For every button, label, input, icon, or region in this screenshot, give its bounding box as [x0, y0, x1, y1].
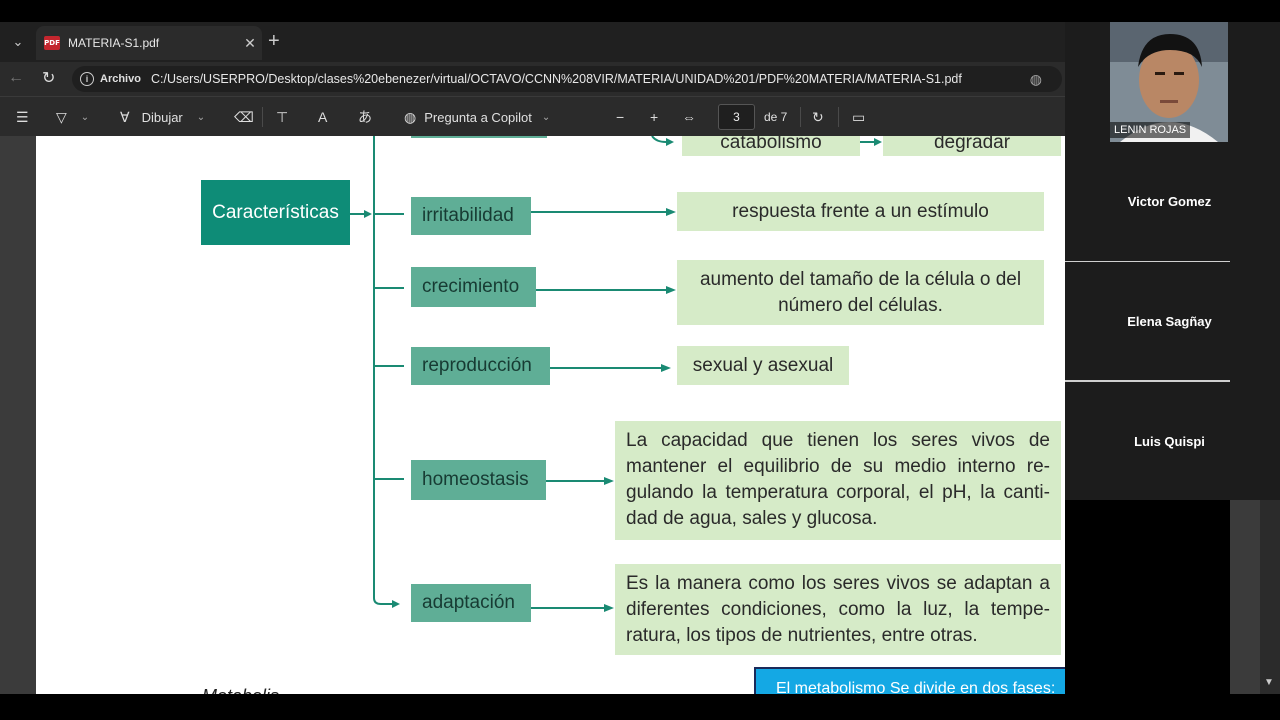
tab-bar: ⌄ PDF MATERIA-S1.pdf ✕ + [0, 22, 1065, 62]
node-irritabilidad: irritabilidad [411, 197, 531, 235]
copilot-icon[interactable]: ◍ [1030, 71, 1042, 88]
toolbar-divider [262, 107, 263, 127]
copilot-button[interactable]: ◍ Pregunta a Copilot ⌄ [404, 97, 550, 137]
tab-title: MATERIA-S1.pdf [68, 36, 160, 50]
node-partial-top [411, 136, 547, 138]
participant-name: LENIN ROJAS [1110, 122, 1191, 138]
page-number-input[interactable]: 3 [718, 104, 755, 130]
text-icon[interactable]: ⊤ [276, 97, 288, 137]
back-icon[interactable]: ← [8, 69, 24, 87]
translate-icon[interactable]: あ [358, 97, 372, 137]
tab-pdf[interactable]: PDF MATERIA-S1.pdf ✕ [36, 26, 262, 60]
draw-icon: ∀ [120, 108, 130, 125]
new-tab-icon[interactable]: + [268, 31, 280, 51]
reload-icon[interactable]: ↻ [42, 68, 55, 88]
participant-tile[interactable]: Luis Quispi [1065, 382, 1274, 500]
url-field[interactable]: i Archivo C:/Users/USERPRO/Desktop/clase… [72, 66, 1062, 92]
node-homeostasis: homeostasis [411, 460, 546, 500]
node-partial-degradar: degradar [883, 136, 1061, 156]
node-adaptacion: adaptación [411, 584, 531, 622]
node-partial-catabolismo: catabolismo [682, 136, 860, 156]
url-text[interactable]: C:/Users/USERPRO/Desktop/clases%20ebenez… [151, 72, 962, 86]
read-aloud-icon[interactable]: A [318, 97, 327, 137]
copilot-label: Pregunta a Copilot [424, 109, 532, 125]
info-icon[interactable]: i [80, 72, 94, 86]
copilot-icon: ◍ [404, 108, 417, 125]
desc-crecimiento: aumento del tamaño de la célula o del nú… [677, 260, 1044, 325]
highlight-icon[interactable]: ▽ ⌄ [56, 97, 89, 137]
scroll-down-icon[interactable]: ▼ [1264, 677, 1274, 688]
draw-button[interactable]: ∀ Dibujar ⌄ [120, 97, 205, 137]
address-bar: ← ↻ i Archivo C:/Users/USERPRO/Desktop/c… [0, 62, 1065, 96]
heading-caracteristicas: Características [201, 180, 350, 245]
screen: ⌄ PDF MATERIA-S1.pdf ✕ + ← ↻ i Archivo C… [0, 0, 1280, 720]
desc-adaptacion: Es la manera como los seres vivos se ada… [615, 564, 1061, 655]
participant-tile[interactable]: Victor Gomez [1065, 142, 1274, 260]
pdf-toolbar: ☰ ▽ ⌄ ∀ Dibujar ⌄ ⌫ ⊤ A あ ◍ Pregunta a Co… [0, 96, 1065, 136]
desc-homeostasis: La capacidad que tienen los seres vivos … [615, 421, 1061, 540]
metabolism-heading-peek: Metabolis [202, 686, 279, 694]
page-view-icon[interactable]: ▭ [852, 97, 865, 137]
node-crecimiento: crecimiento [411, 267, 536, 307]
rotate-icon[interactable]: ↻ [812, 97, 824, 137]
draw-label: Dibujar [141, 109, 183, 125]
participant-tile[interactable]: Elena Sagñay [1065, 262, 1274, 380]
url-scheme-label: Archivo [100, 73, 141, 85]
zoom-in-icon[interactable]: + [650, 97, 658, 137]
toolbar-divider [838, 107, 839, 127]
pdf-viewport[interactable]: catabolismo degradar Características irr… [0, 136, 1065, 694]
fit-width-icon[interactable]: ⇔ [682, 97, 696, 137]
tab-list-icon[interactable]: ⌄ [8, 32, 28, 52]
page-total: de 7 [764, 110, 788, 124]
desc-irritabilidad: respuesta frente a un estímulo [677, 192, 1044, 231]
close-icon[interactable]: ✕ [238, 35, 262, 52]
pdf-file-icon: PDF [44, 36, 60, 50]
node-reproduccion: reproducción [411, 347, 550, 385]
metabolism-box: El metabolismo Se divide en dos fases: [754, 667, 1065, 694]
eraser-icon[interactable]: ⌫ [234, 97, 254, 137]
contents-icon[interactable]: ☰ [16, 97, 29, 137]
participants-panel: LENIN ROJAS Victor Gomez Elena Sagñay Lu… [1065, 22, 1280, 500]
pdf-page: catabolismo degradar Características irr… [36, 136, 1065, 694]
participant-video[interactable]: LENIN ROJAS [1110, 22, 1228, 142]
toolbar-divider [800, 107, 801, 127]
zoom-out-icon[interactable]: − [616, 97, 624, 137]
desc-reproduccion: sexual y asexual [677, 346, 849, 385]
